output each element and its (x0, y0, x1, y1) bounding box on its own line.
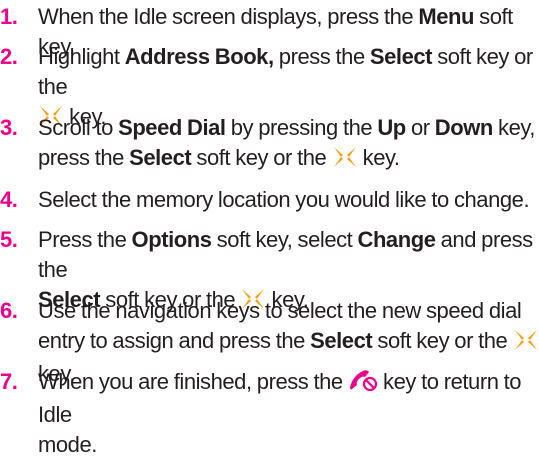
step-7: 7. When you are finished, press the key … (0, 367, 539, 460)
step-line: Press the Options soft key, select Chang… (38, 225, 539, 285)
step-line: mode. (38, 430, 539, 460)
step-number: 1. (0, 4, 18, 29)
step-text: When the Idle screen displays, press the (38, 4, 419, 29)
step-number: 4. (0, 187, 18, 212)
step-line: Scroll to Speed Dial by pressing the Up … (38, 113, 539, 143)
step-text: press the (273, 44, 370, 69)
select-soft-key-label: Select (310, 328, 373, 353)
step-text: Press the (38, 227, 132, 252)
step-text: soft key, select (211, 227, 358, 252)
step-text: press the (38, 145, 130, 170)
step-line: press the Select soft key or the key. (38, 143, 539, 176)
step-number: 2. (0, 44, 18, 69)
step-text: or (405, 115, 435, 140)
step-text: Use the navigation keys to select the ne… (38, 298, 522, 323)
step-text: mode. (38, 432, 97, 457)
ok-key-icon (332, 146, 358, 176)
change-option-label: Change (357, 227, 436, 252)
step-line: entry to assign and press the Select sof… (38, 326, 539, 359)
step-text: soft key or the (191, 145, 332, 170)
step-text: Select the memory location you would lik… (38, 187, 530, 212)
step-line: Highlight Address Book, press the Select… (38, 42, 539, 102)
step-4: 4. Select the memory location you would … (0, 185, 539, 215)
step-text: soft key or the (372, 328, 513, 353)
step-line: Select the memory location you would lik… (38, 185, 539, 215)
step-text: key. (357, 145, 400, 170)
step-text: key, (492, 115, 535, 140)
end-call-key-icon (348, 368, 378, 400)
speed-dial-label: Speed Dial (118, 115, 226, 140)
step-line: Use the navigation keys to select the ne… (38, 296, 539, 326)
menu-soft-key-label: Menu (418, 4, 475, 29)
step-3: 3. Scroll to Speed Dial by pressing the … (0, 113, 539, 176)
step-text: Highlight (38, 44, 125, 69)
step-text: entry to assign and press the (38, 328, 311, 353)
ok-key-icon (513, 329, 539, 359)
step-number: 5. (0, 227, 18, 252)
step-number: 3. (0, 115, 18, 140)
down-key-label: Down (434, 115, 494, 140)
select-soft-key-label: Select (129, 145, 192, 170)
options-soft-key-label: Options (131, 227, 212, 252)
address-book-label: Address Book, (124, 44, 274, 69)
step-number: 7. (0, 369, 18, 394)
step-text: When you are finished, press the (38, 369, 348, 394)
select-soft-key-label: Select (369, 44, 433, 69)
step-number: 6. (0, 298, 18, 323)
step-line: When you are finished, press the key to … (38, 367, 539, 430)
step-text: by pressing the (225, 115, 378, 140)
up-key-label: Up (377, 115, 406, 140)
step-text: Scroll to (38, 115, 119, 140)
